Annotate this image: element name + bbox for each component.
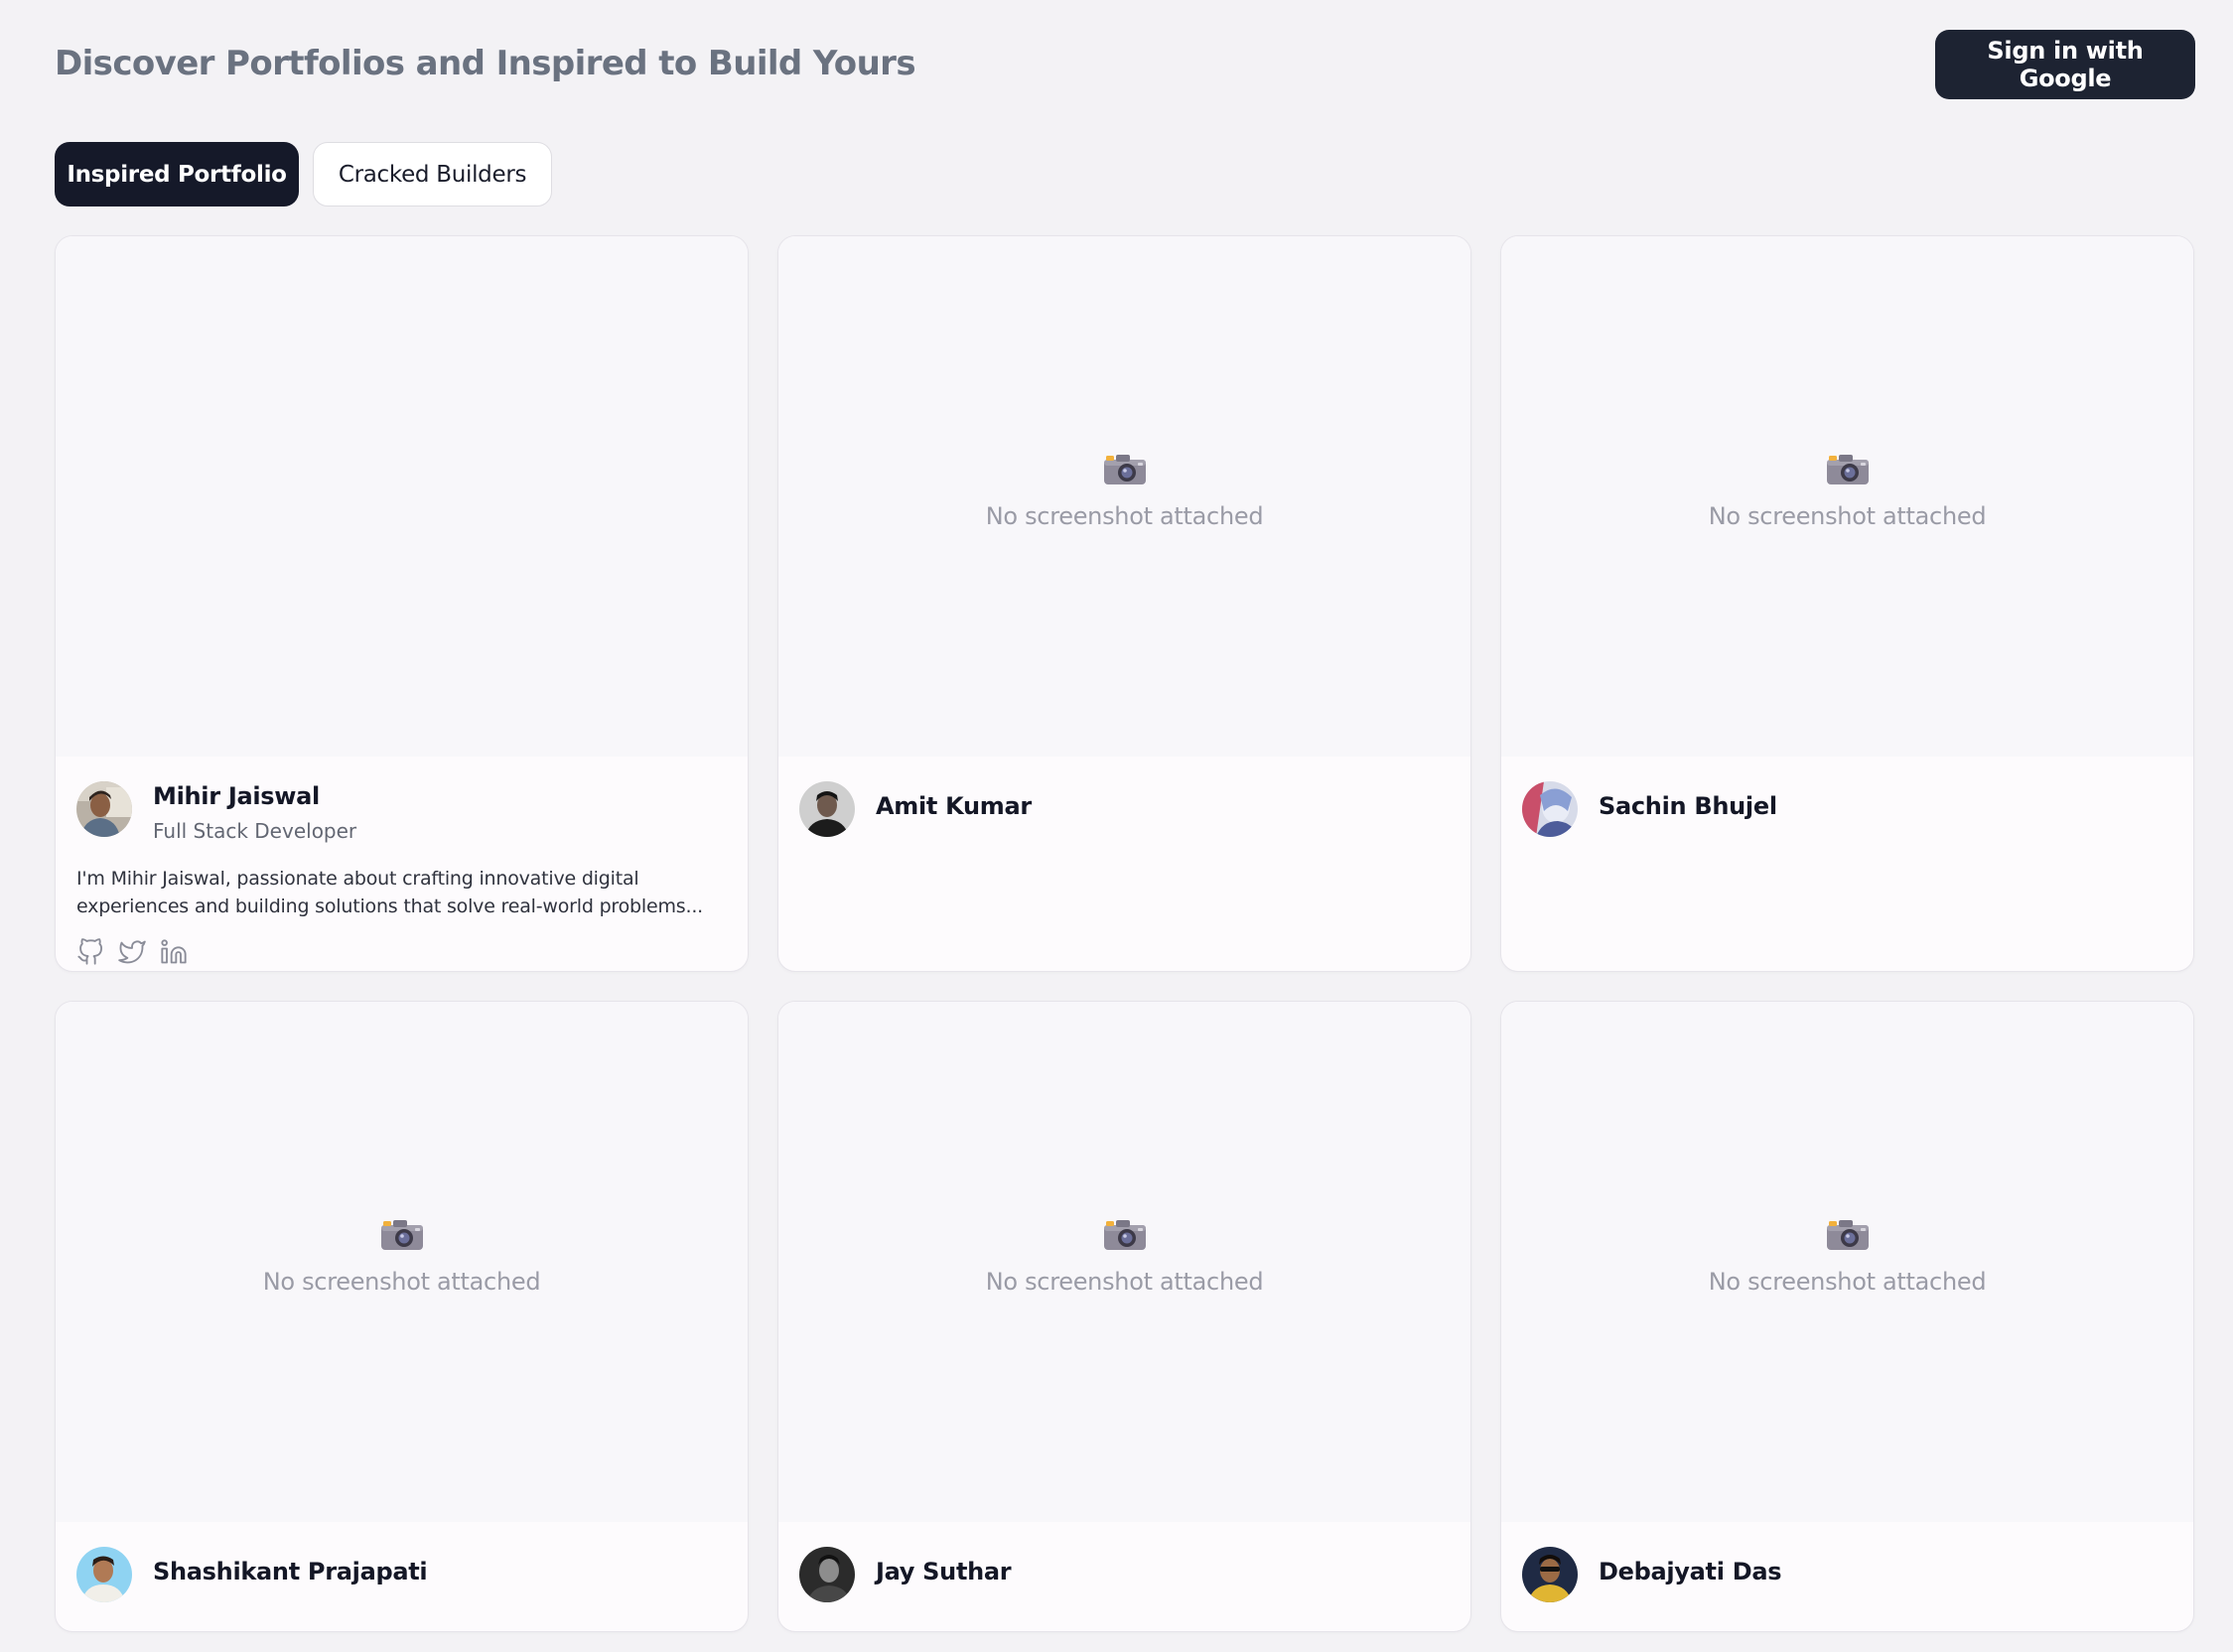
twitter-icon[interactable]: [118, 938, 146, 968]
portfolio-card[interactable]: No screenshot attached Debajyati Das: [1500, 1001, 2194, 1632]
avatar[interactable]: [799, 781, 855, 837]
portfolio-card[interactable]: No screenshot attached Sachin Bhujel: [1500, 235, 2194, 972]
person-name[interactable]: Sachin Bhujel: [1599, 792, 1777, 820]
no-screenshot-placeholder: No screenshot attached: [1501, 1218, 2193, 1296]
avatar[interactable]: [799, 1547, 855, 1602]
avatar[interactable]: [76, 781, 132, 837]
page-header: Discover Portfolios and Inspired to Buil…: [55, 30, 2195, 100]
portfolio-screenshot[interactable]: No screenshot attached: [1501, 236, 2193, 757]
avatar[interactable]: [76, 1547, 132, 1602]
person-name[interactable]: Jay Suthar: [876, 1558, 1012, 1585]
github-icon[interactable]: [76, 938, 104, 968]
portfolio-screenshot[interactable]: [56, 236, 748, 757]
person-role: Full Stack Developer: [153, 819, 357, 843]
no-screenshot-placeholder: No screenshot attached: [1501, 453, 2193, 530]
avatar[interactable]: [1522, 1547, 1578, 1602]
no-screenshot-placeholder: No screenshot attached: [778, 453, 1470, 530]
placeholder-text: No screenshot attached: [985, 502, 1264, 530]
portfolio-card[interactable]: No screenshot attached Amit Kumar: [777, 235, 1471, 972]
camera-icon: [1102, 1218, 1148, 1252]
person-name[interactable]: Debajyati Das: [1599, 1558, 1782, 1585]
tab-inspired-portfolio[interactable]: Inspired Portfolio: [55, 142, 299, 206]
placeholder-text: No screenshot attached: [1708, 502, 1987, 530]
page-title: Discover Portfolios and Inspired to Buil…: [55, 44, 916, 83]
no-screenshot-placeholder: No screenshot attached: [778, 1218, 1470, 1296]
portfolio-screenshot[interactable]: No screenshot attached: [778, 236, 1470, 757]
camera-icon: [379, 1218, 425, 1252]
portfolio-screenshot[interactable]: No screenshot attached: [1501, 1002, 2193, 1522]
person-name[interactable]: Mihir Jaiswal: [153, 782, 320, 810]
no-screenshot-placeholder: No screenshot attached: [56, 1218, 748, 1296]
person-bio: I'm Mihir Jaiswal, passionate about craf…: [76, 868, 703, 917]
placeholder-text: No screenshot attached: [1708, 1268, 1987, 1296]
avatar[interactable]: [1522, 781, 1578, 837]
camera-icon: [1825, 1218, 1871, 1252]
person-name[interactable]: Shashikant Prajapati: [153, 1558, 428, 1585]
portfolio-card[interactable]: Mihir Jaiswal Full Stack Developer I'm M…: [55, 235, 749, 972]
portfolio-screenshot[interactable]: No screenshot attached: [56, 1002, 748, 1522]
portfolio-card[interactable]: No screenshot attached Shashikant Prajap…: [55, 1001, 749, 1632]
social-links: [76, 938, 188, 968]
placeholder-text: No screenshot attached: [262, 1268, 541, 1296]
placeholder-text: No screenshot attached: [985, 1268, 1264, 1296]
camera-icon: [1825, 453, 1871, 486]
portfolio-card[interactable]: No screenshot attached Jay Suthar: [777, 1001, 1471, 1632]
sign-in-with-google-button[interactable]: Sign in with Google: [1935, 30, 2195, 99]
tab-cracked-builders[interactable]: Cracked Builders: [313, 142, 552, 206]
person-name[interactable]: Amit Kumar: [876, 792, 1032, 820]
camera-icon: [1102, 453, 1148, 486]
linkedin-icon[interactable]: [160, 938, 188, 968]
portfolio-screenshot[interactable]: No screenshot attached: [778, 1002, 1470, 1522]
